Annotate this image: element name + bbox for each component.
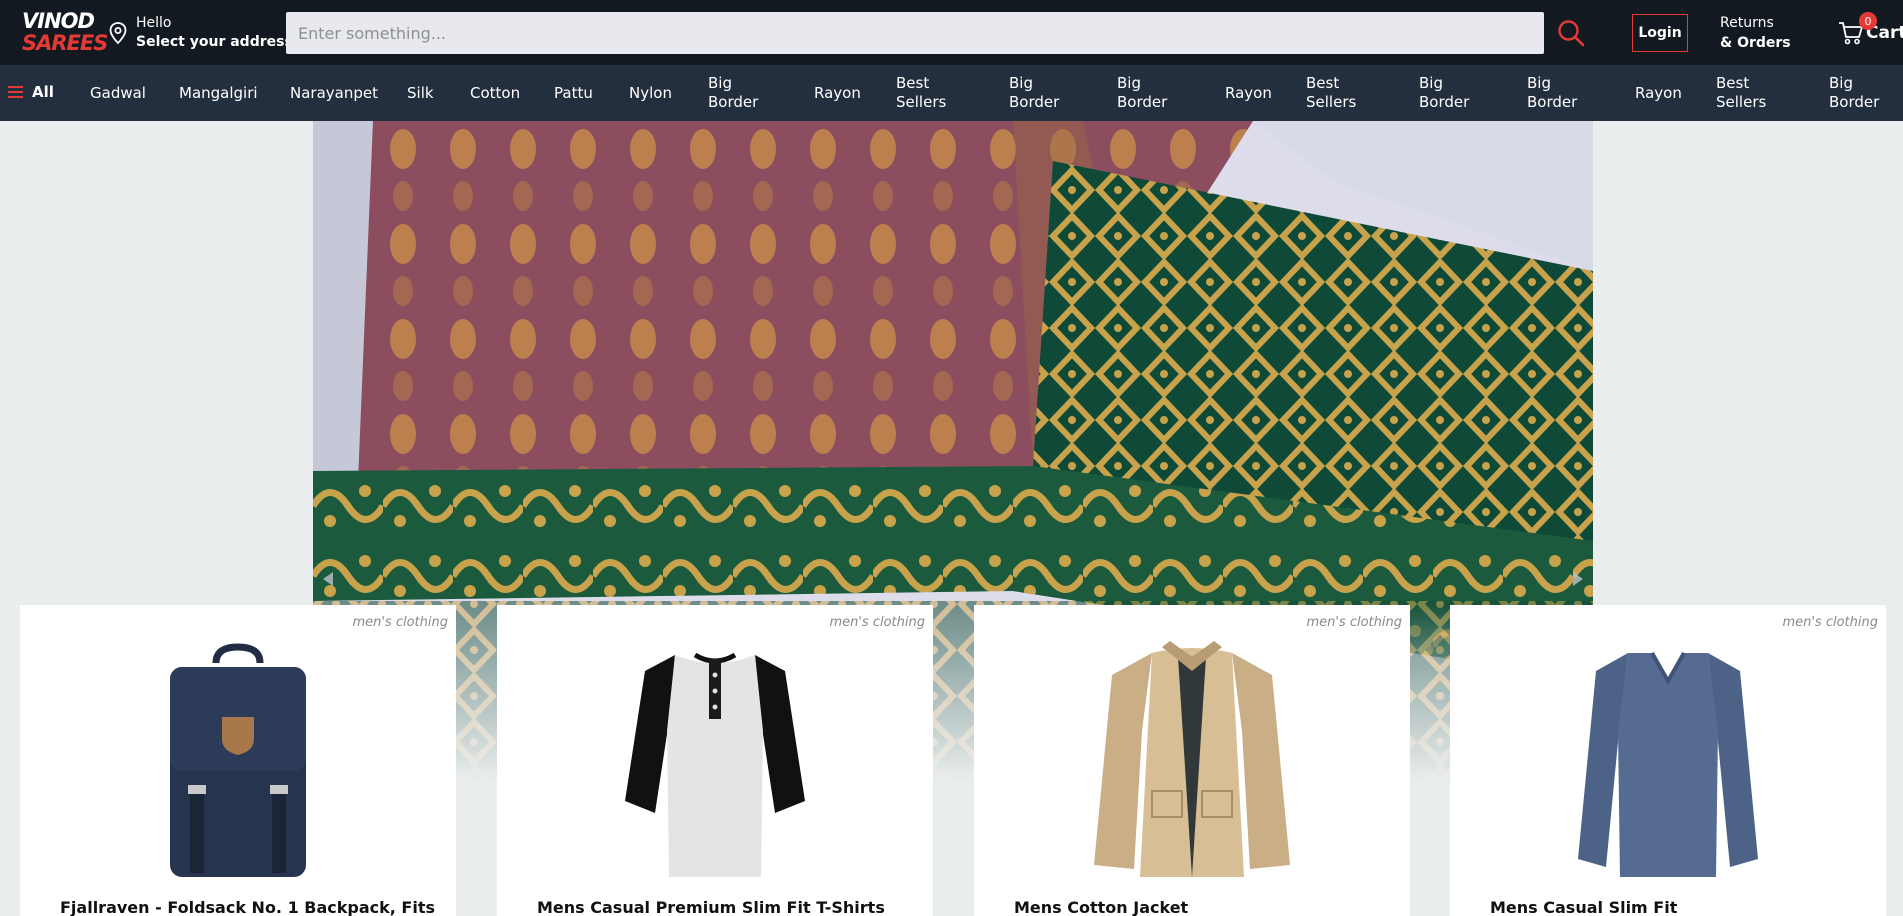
search-input[interactable]: [286, 12, 1544, 54]
product-category: men's clothing: [1306, 615, 1402, 630]
product-category: men's clothing: [829, 615, 925, 630]
nav-item-big-border[interactable]: Big Border: [708, 65, 768, 121]
nav-item-big-border[interactable]: Big Border: [1527, 65, 1587, 121]
product-card[interactable]: men's clothing Mens Casual Premium Slim …: [497, 605, 933, 916]
returns-label: Returns: [1720, 15, 1774, 31]
nav-item-gadwal[interactable]: Gadwal: [90, 65, 146, 121]
nav-item-rayon[interactable]: Rayon: [1635, 65, 1682, 121]
nav-item-best-sellers[interactable]: Best Sellers: [896, 65, 956, 121]
cart-count-badge: 0: [1859, 12, 1877, 30]
location-pin-icon: [109, 22, 127, 44]
carousel-prev-icon[interactable]: [321, 571, 335, 587]
top-header: VINOD SAREES Hello Select your address L…: [0, 0, 1903, 65]
nav-item-pattu[interactable]: Pattu: [554, 65, 593, 121]
address-greeting: Hello: [136, 15, 172, 31]
login-button[interactable]: Login: [1632, 14, 1688, 52]
address-prompt: Select your address: [136, 34, 293, 50]
address-selector[interactable]: Hello Select your address: [108, 12, 293, 54]
product-card[interactable]: men's clothing Fjallraven - Foldsack No.…: [20, 605, 456, 916]
nav-all-button[interactable]: All: [8, 83, 54, 101]
product-image[interactable]: [20, 641, 456, 891]
nav-item-best-sellers[interactable]: Best Sellers: [1716, 65, 1776, 121]
sweater-image: [1578, 652, 1758, 877]
logo-line-1: VINOD: [22, 9, 95, 33]
nav-item-big-border[interactable]: Big Border: [1117, 65, 1177, 121]
tshirt-image: [625, 652, 805, 877]
search-button[interactable]: [1556, 18, 1586, 48]
jacket-image: [1094, 641, 1290, 877]
orders-label: & Orders: [1720, 35, 1791, 51]
nav-item-cotton[interactable]: Cotton: [470, 65, 520, 121]
nav-item-big-border[interactable]: Big Border: [1009, 65, 1069, 121]
hamburger-menu-icon: [8, 86, 23, 98]
carousel-next-icon[interactable]: [1571, 571, 1585, 587]
product-category: men's clothing: [1782, 615, 1878, 630]
product-title[interactable]: Fjallraven - Foldsack No. 1 Backpack, Fi…: [60, 898, 440, 916]
nav-item-silk[interactable]: Silk: [407, 65, 434, 121]
returns-orders-link[interactable]: Returns & Orders: [1720, 13, 1791, 53]
nav-item-nylon[interactable]: Nylon: [629, 65, 672, 121]
product-image[interactable]: [1450, 641, 1886, 891]
backpack-image: [170, 643, 306, 877]
nav-item-best-sellers[interactable]: Best Sellers: [1306, 65, 1366, 121]
nav-item-rayon[interactable]: Rayon: [1225, 65, 1272, 121]
category-nav: All Gadwal Mangalgiri Narayanpet Silk Co…: [0, 65, 1903, 121]
cart-button[interactable]: 0 Cart: [1838, 12, 1903, 48]
product-title[interactable]: Mens Casual Premium Slim Fit T-Shirts: [537, 898, 917, 916]
nav-item-mangalgiri[interactable]: Mangalgiri: [179, 65, 258, 121]
product-image[interactable]: [497, 641, 933, 891]
nav-item-narayanpet[interactable]: Narayanpet: [290, 65, 378, 121]
product-title[interactable]: Mens Cotton Jacket: [1014, 898, 1394, 916]
search-icon: [1558, 20, 1585, 47]
product-image[interactable]: [974, 641, 1410, 891]
product-card[interactable]: men's clothing Mens Cotton Jacket: [974, 605, 1410, 916]
product-category: men's clothing: [352, 615, 448, 630]
nav-item-rayon[interactable]: Rayon: [814, 65, 861, 121]
nav-all-label: All: [32, 83, 54, 101]
logo-line-2: SAREES: [22, 31, 108, 55]
nav-item-big-border[interactable]: Big Border: [1419, 65, 1479, 121]
site-logo[interactable]: VINOD SAREES: [22, 9, 108, 56]
product-card[interactable]: men's clothing Mens Casual Slim Fit: [1450, 605, 1886, 916]
product-title[interactable]: Mens Casual Slim Fit: [1490, 898, 1870, 916]
nav-item-big-border[interactable]: Big Border: [1829, 65, 1889, 121]
